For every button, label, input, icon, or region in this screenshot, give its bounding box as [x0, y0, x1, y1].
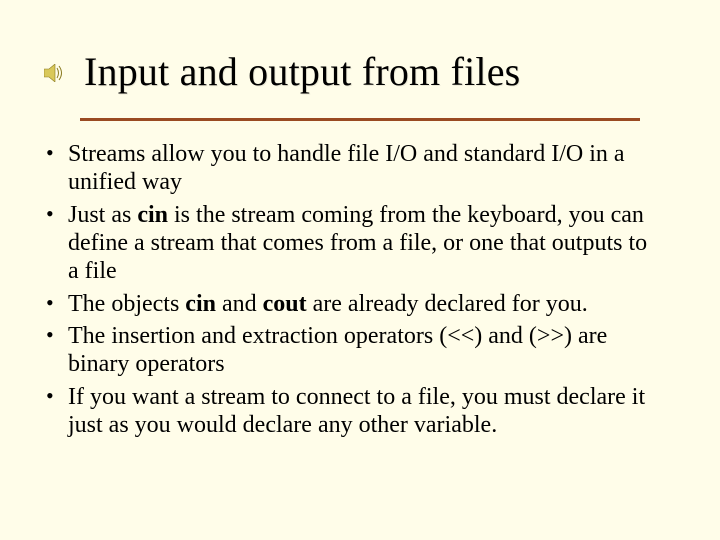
bullet-item: If you want a stream to connect to a fil… [40, 383, 660, 440]
bullet-text: The insertion and extraction operators (… [68, 323, 607, 377]
bullet-text: Streams allow you to handle file I/O and… [68, 141, 625, 195]
bullet-text-bold: cin [185, 291, 216, 317]
bullet-item: The insertion and extraction operators (… [40, 322, 660, 379]
bullet-text-bold: cout [263, 291, 307, 317]
bullet-item: The objects cin and cout are already dec… [40, 290, 660, 318]
slide-title: Input and output from files [84, 48, 660, 95]
slide: Input and output from files Streams allo… [0, 0, 720, 540]
bullet-item: Streams allow you to handle file I/O and… [40, 140, 660, 197]
bullet-text: and [216, 291, 263, 317]
bullet-text-bold: cin [137, 202, 168, 228]
bullet-text: Just as [68, 202, 137, 228]
title-rule [80, 118, 640, 121]
slide-body: Streams allow you to handle file I/O and… [40, 140, 660, 443]
bullet-text: If you want a stream to connect to a fil… [68, 384, 645, 438]
bullet-text: The objects [68, 291, 185, 317]
bullet-text: are already declared for you. [307, 291, 588, 317]
speaker-icon [44, 64, 64, 82]
bullet-item: Just as cin is the stream coming from th… [40, 201, 660, 286]
bullet-list: Streams allow you to handle file I/O and… [40, 140, 660, 439]
